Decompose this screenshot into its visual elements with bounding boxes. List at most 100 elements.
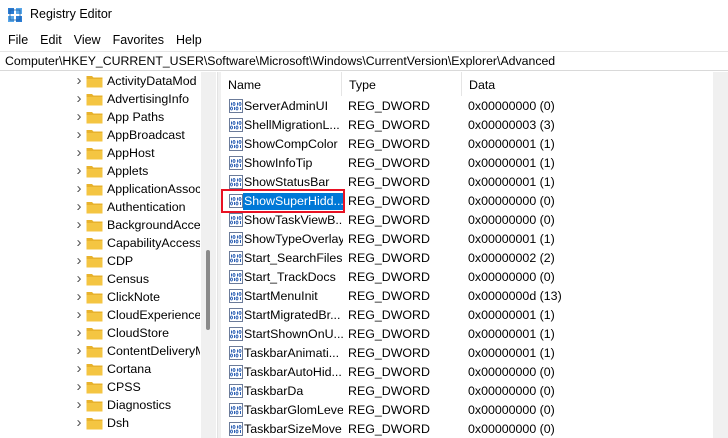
tree-item[interactable]: › ClickNote [0, 288, 200, 306]
chevron-right-icon[interactable]: › [74, 253, 84, 268]
value-row[interactable]: TaskbarSizeMove REG_DWORD 0x00000000 (0) [221, 420, 728, 438]
tree-item[interactable]: › CloudExperience [0, 306, 201, 324]
value-row[interactable]: ShowTaskViewB... REG_DWORD 0x00000000 (0) [221, 211, 728, 230]
tree-item[interactable]: › Dsh [0, 414, 200, 432]
chevron-right-icon[interactable]: › [74, 145, 84, 160]
menu-view[interactable]: View [68, 30, 107, 50]
value-row[interactable]: ServerAdminUI REG_DWORD 0x00000000 (0) [221, 97, 728, 116]
value-data: 0x00000001 (1) [468, 327, 555, 341]
value-type: REG_DWORD [348, 270, 430, 284]
value-row[interactable]: ShowCompColor REG_DWORD 0x00000001 (1) [221, 135, 728, 154]
value-row[interactable]: Start_SearchFiles REG_DWORD 0x00000002 (2) [221, 249, 728, 268]
value-data: 0x00000002 (2) [468, 251, 555, 265]
folder-icon [86, 328, 103, 340]
tree-item[interactable]: › AdvertisingInfo [0, 90, 200, 108]
tree-item[interactable]: › CPSS [0, 378, 200, 396]
tree-scrollbar[interactable] [201, 72, 216, 438]
value-row[interactable]: ShowSuperHidd... REG_DWORD 0x00000000 (0) [221, 189, 728, 213]
value-row[interactable]: StartMenuInit REG_DWORD 0x0000000d (13) [221, 287, 728, 306]
tree-item-label: Census [107, 272, 150, 286]
tree-item[interactable]: › Diagnostics [0, 396, 200, 414]
window-title: Registry Editor [30, 7, 112, 21]
column-header-data[interactable]: Data [462, 72, 728, 96]
values-list[interactable]: Name Type Data ServerAdminUI REG_DWORD 0x0… [221, 72, 728, 438]
menu-edit[interactable]: Edit [34, 30, 68, 50]
chevron-right-icon[interactable]: › [74, 73, 84, 88]
tree-item[interactable]: › App Paths [0, 108, 200, 126]
tree-item[interactable]: › Authentication [0, 198, 200, 216]
tree-item[interactable]: › BackgroundAcce [0, 216, 201, 234]
folder-icon [86, 382, 103, 394]
chevron-right-icon[interactable]: › [74, 307, 84, 322]
chevron-right-icon[interactable]: › [74, 109, 84, 124]
chevron-right-icon[interactable]: › [74, 181, 84, 196]
chevron-right-icon[interactable]: › [74, 271, 84, 286]
menu-favorites[interactable]: Favorites [107, 30, 170, 50]
value-row[interactable]: StartMigratedBr... REG_DWORD 0x00000001 (1… [221, 306, 728, 325]
tree-item[interactable]: › CloudStore [0, 324, 200, 342]
tree-item[interactable]: › CapabilityAccess [0, 234, 201, 252]
value-type: REG_DWORD [348, 327, 430, 341]
value-row[interactable]: ShowTypeOverlay REG_DWORD 0x00000001 (1) [221, 230, 728, 249]
value-row[interactable]: ShowInfoTip REG_DWORD 0x00000001 (1) [221, 154, 728, 173]
tree-item[interactable]: › ActivityDataMod [0, 72, 200, 90]
folder-icon [86, 292, 103, 304]
menu-file[interactable]: File [2, 30, 34, 50]
value-type: REG_DWORD [348, 156, 430, 170]
registry-editor-icon [8, 8, 22, 22]
chevron-right-icon[interactable]: › [74, 163, 84, 178]
value-row[interactable]: ShellMigrationL... REG_DWORD 0x00000003 (3… [221, 116, 728, 135]
tree-item[interactable]: › CDP [0, 252, 200, 270]
folder-icon [86, 310, 103, 322]
tree-item-label: Cortana [107, 362, 152, 376]
chevron-right-icon[interactable]: › [74, 361, 84, 376]
value-row[interactable]: StartShownOnU... REG_DWORD 0x00000001 (1) [221, 325, 728, 344]
tree-item[interactable]: › AppBroadcast [0, 126, 200, 144]
chevron-right-icon[interactable]: › [74, 91, 84, 106]
value-type: REG_DWORD [348, 403, 430, 417]
binary-value-icon [229, 137, 243, 151]
column-header-name[interactable]: Name [221, 72, 342, 96]
value-row[interactable]: TaskbarGlomLevel REG_DWORD 0x00000000 (0) [221, 401, 728, 420]
tree-item-label: AppBroadcast [107, 128, 185, 142]
value-row[interactable]: ShowStatusBar REG_DWORD 0x00000001 (1) [221, 173, 728, 192]
folder-icon [86, 256, 103, 268]
value-name: ShowSuperHidd... [243, 193, 343, 210]
tree-item[interactable]: › ApplicationAssoc [0, 180, 201, 198]
values-scrollbar[interactable] [713, 72, 728, 438]
value-row[interactable]: TaskbarAnimati... REG_DWORD 0x00000001 (1) [221, 344, 728, 363]
tree-item[interactable]: › Cortana [0, 360, 200, 378]
value-row[interactable]: TaskbarDa REG_DWORD 0x00000000 (0) [221, 382, 728, 401]
chevron-right-icon[interactable]: › [74, 415, 84, 430]
chevron-right-icon[interactable]: › [74, 379, 84, 394]
value-data: 0x0000000d (13) [468, 289, 562, 303]
tree-item-label: ActivityDataMod [107, 74, 197, 88]
address-bar[interactable]: Computer\HKEY_CURRENT_USER\Software\Micr… [0, 51, 728, 71]
chevron-right-icon[interactable]: › [74, 289, 84, 304]
key-tree[interactable]: › ActivityDataMod › AdvertisingInfo › App Pat… [0, 72, 217, 438]
value-row[interactable]: Start_TrackDocs REG_DWORD 0x00000000 (0) [221, 268, 728, 287]
column-header-type[interactable]: Type [342, 72, 462, 96]
chevron-right-icon[interactable]: › [74, 127, 84, 142]
menu-help[interactable]: Help [170, 30, 208, 50]
title-bar: Registry Editor [0, 0, 728, 30]
chevron-right-icon[interactable]: › [74, 199, 84, 214]
folder-icon [86, 346, 103, 358]
tree-item-label: CloudExperience [107, 308, 200, 322]
tree-item[interactable]: › AppHost [0, 144, 200, 162]
binary-value-icon [229, 327, 243, 341]
chevron-right-icon[interactable]: › [74, 235, 84, 250]
tree-item[interactable]: › Applets [0, 162, 200, 180]
chevron-right-icon[interactable]: › [74, 343, 84, 358]
tree-item[interactable]: › ContentDeliveryM [0, 342, 201, 360]
chevron-right-icon[interactable]: › [74, 217, 84, 232]
folder-icon [86, 166, 103, 178]
binary-value-icon [229, 99, 243, 113]
tree-scrollbar-thumb[interactable] [206, 250, 210, 330]
chevron-right-icon[interactable]: › [74, 397, 84, 412]
chevron-right-icon[interactable]: › [74, 325, 84, 340]
value-name: TaskbarAutoHid... [244, 365, 342, 379]
tree-item[interactable]: › Census [0, 270, 200, 288]
value-type: REG_DWORD [348, 213, 430, 227]
value-row[interactable]: TaskbarAutoHid... REG_DWORD 0x00000000 (0) [221, 363, 728, 382]
